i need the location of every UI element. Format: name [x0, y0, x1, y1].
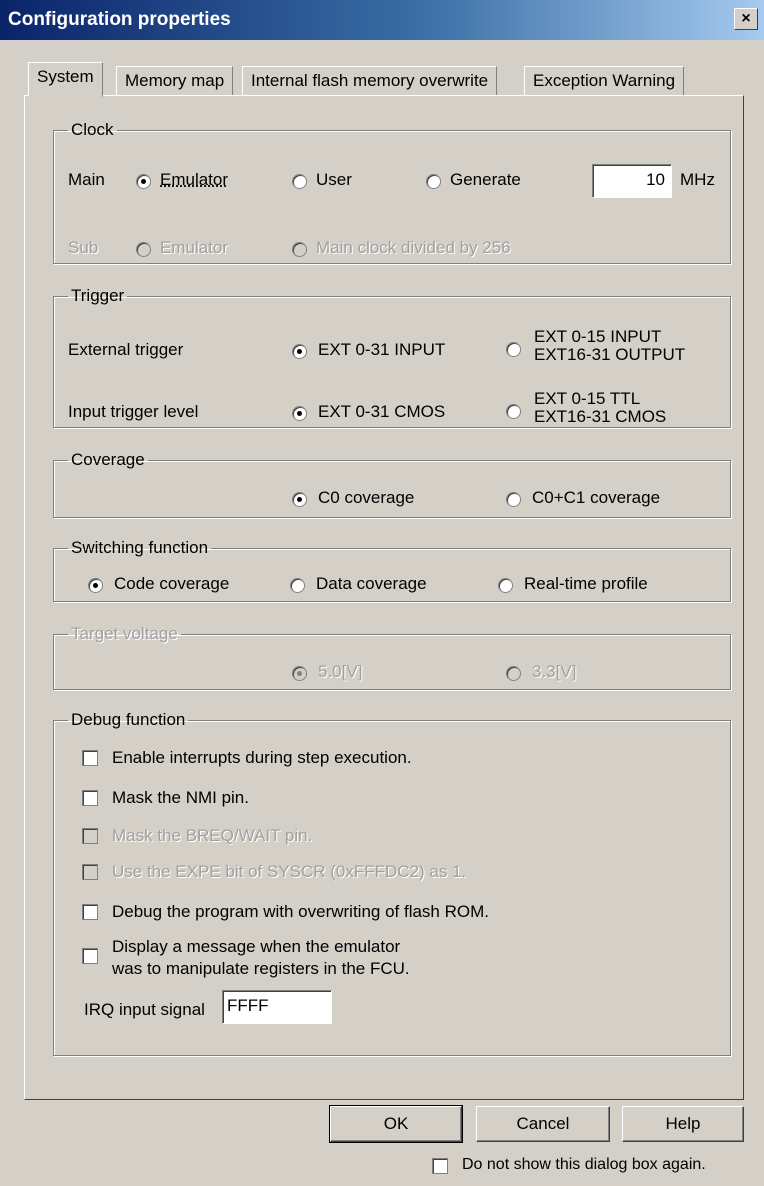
external-opt2-label[interactable]: EXT 0-15 INPUT EXT16-31 OUTPUT — [534, 328, 685, 364]
dont-show-label[interactable]: Do not show this dialog box again. — [462, 1156, 706, 1174]
voltage-3-radio[interactable] — [506, 666, 521, 681]
mask-nmi-label[interactable]: Mask the NMI pin. — [112, 788, 249, 808]
cancel-button[interactable]: Cancel — [476, 1106, 610, 1142]
voltage-5-radio[interactable] — [292, 666, 307, 681]
frequency-unit: MHz — [680, 170, 715, 189]
sub-emulator-label[interactable]: Emulator — [160, 238, 228, 258]
realtime-profile-radio[interactable] — [498, 578, 513, 593]
sub-divided-radio[interactable] — [292, 242, 307, 257]
irq-input-label: IRQ input signal — [84, 1000, 205, 1019]
main-clock-label: Main — [68, 170, 105, 189]
debug-group: Debug function Enable interrupts during … — [53, 710, 731, 1056]
debug-flash-label[interactable]: Debug the program with overwriting of fl… — [112, 902, 489, 922]
input-opt1-radio[interactable] — [292, 406, 307, 421]
coverage-legend: Coverage — [71, 450, 145, 469]
voltage-3-label[interactable]: 3.3[V] — [532, 662, 576, 682]
tab-internal-flash[interactable]: Internal flash memory overwrite — [242, 66, 498, 96]
c0c1-coverage-radio[interactable] — [506, 492, 521, 507]
main-emulator-radio[interactable] — [136, 174, 151, 189]
data-coverage-label[interactable]: Data coverage — [316, 574, 427, 594]
irq-input-field[interactable]: FFFF — [222, 990, 332, 1024]
debug-legend: Debug function — [71, 710, 186, 729]
tab-exception-warning[interactable]: Exception Warning — [524, 66, 685, 96]
use-expe-label[interactable]: Use the EXPE bit of SYSCR (0xFFFDC2) as … — [112, 862, 466, 882]
external-trigger-label: External trigger — [68, 340, 184, 359]
sub-divided-label[interactable]: Main clock divided by 256 — [316, 238, 511, 258]
close-button[interactable]: × — [734, 8, 758, 30]
tab-system[interactable]: System — [28, 62, 103, 97]
code-coverage-label[interactable]: Code coverage — [114, 574, 229, 594]
realtime-profile-label[interactable]: Real-time profile — [524, 574, 648, 594]
tab-panel-system: Clock Main Emulator User Generate 10 MHz… — [24, 95, 744, 1100]
voltage-5-label[interactable]: 5.0[V] — [318, 662, 362, 682]
mask-breq-label[interactable]: Mask the BREQ/WAIT pin. — [112, 826, 312, 846]
sub-clock-label: Sub — [68, 238, 99, 257]
help-button[interactable]: Help — [622, 1106, 744, 1142]
input-trigger-level-label: Input trigger level — [68, 402, 199, 421]
display-message-label[interactable]: Display a message when the emulator was t… — [112, 936, 410, 980]
trigger-group: Trigger External trigger EXT 0-31 INPUT … — [53, 286, 731, 428]
trigger-legend: Trigger — [71, 286, 125, 305]
target-voltage-group: Target voltage 5.0[V] 3.3[V] — [53, 624, 731, 690]
code-coverage-radio[interactable] — [88, 578, 103, 593]
switching-group: Switching function Code coverage Data co… — [53, 538, 731, 602]
switching-legend: Switching function — [71, 538, 209, 557]
window-title: Configuration properties — [8, 9, 231, 30]
clock-legend: Clock — [71, 120, 114, 139]
input-opt1-label[interactable]: EXT 0-31 CMOS — [318, 402, 445, 422]
external-opt1-label[interactable]: EXT 0-31 INPUT — [318, 340, 445, 360]
title-bar: Configuration properties × — [0, 0, 764, 40]
use-expe-checkbox[interactable] — [82, 864, 98, 880]
data-coverage-radio[interactable] — [290, 578, 305, 593]
enable-interrupts-checkbox[interactable] — [82, 750, 98, 766]
enable-interrupts-label[interactable]: Enable interrupts during step execution. — [112, 748, 412, 768]
main-user-radio[interactable] — [292, 174, 307, 189]
mask-nmi-checkbox[interactable] — [82, 790, 98, 806]
input-opt2-radio[interactable] — [506, 404, 521, 419]
tab-memory-map[interactable]: Memory map — [116, 66, 234, 96]
c0-coverage-label[interactable]: C0 coverage — [318, 488, 414, 508]
external-opt1-radio[interactable] — [292, 344, 307, 359]
external-opt2-radio[interactable] — [506, 342, 521, 357]
clock-group: Clock Main Emulator User Generate 10 MHz… — [53, 120, 731, 264]
main-emulator-label[interactable]: Emulator — [160, 170, 228, 190]
dialog-body: System Memory map Internal flash memory … — [0, 40, 764, 1186]
ok-button[interactable]: OK — [329, 1105, 463, 1143]
sub-emulator-radio[interactable] — [136, 242, 151, 257]
frequency-input[interactable]: 10 — [592, 164, 672, 198]
target-voltage-legend: Target voltage — [71, 624, 178, 643]
c0c1-coverage-label[interactable]: C0+C1 coverage — [532, 488, 660, 508]
main-user-label[interactable]: User — [316, 170, 352, 190]
c0-coverage-radio[interactable] — [292, 492, 307, 507]
coverage-group: Coverage C0 coverage C0+C1 coverage — [53, 450, 731, 518]
main-generate-label[interactable]: Generate — [450, 170, 521, 190]
mask-breq-checkbox[interactable] — [82, 828, 98, 844]
display-message-checkbox[interactable] — [82, 948, 98, 964]
dont-show-checkbox[interactable] — [432, 1158, 448, 1174]
input-opt2-label[interactable]: EXT 0-15 TTL EXT16-31 CMOS — [534, 390, 666, 426]
debug-flash-checkbox[interactable] — [82, 904, 98, 920]
close-icon: × — [741, 10, 751, 27]
main-generate-radio[interactable] — [426, 174, 441, 189]
